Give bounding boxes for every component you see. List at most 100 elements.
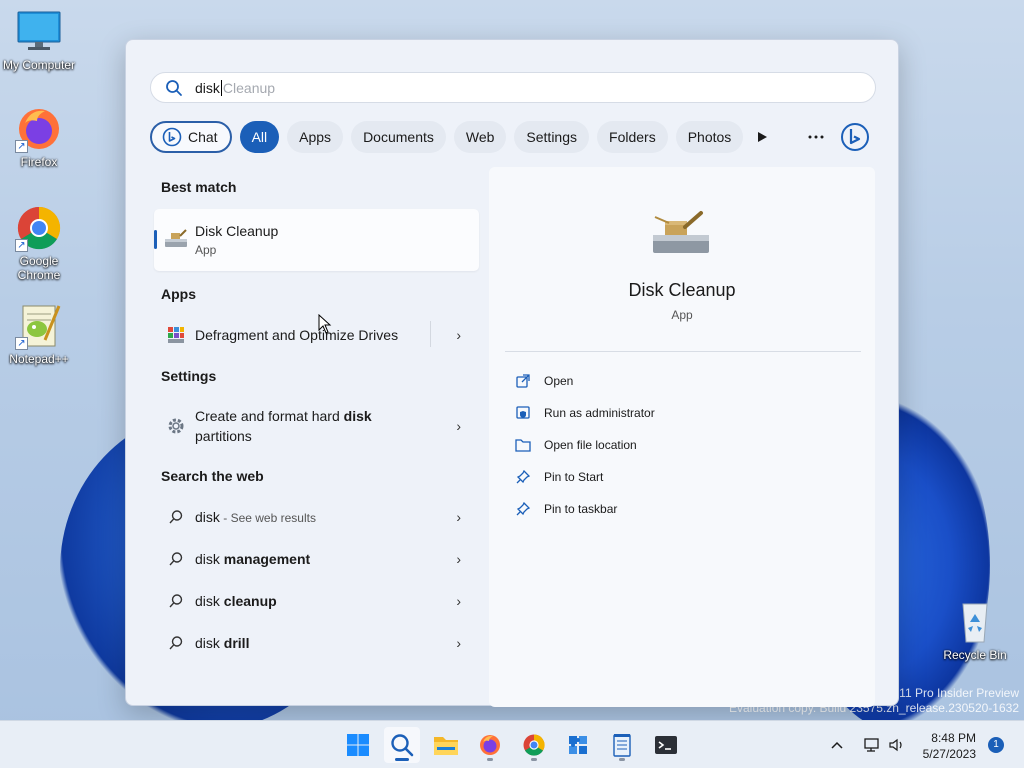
search-autocomplete-text: Cleanup: [222, 79, 276, 96]
mouse-cursor-icon: [318, 313, 332, 339]
taskbar-terminal[interactable]: [648, 727, 684, 763]
best-match-name: Disk Cleanup: [195, 223, 279, 239]
taskbar-app-puzzle[interactable]: [560, 727, 596, 763]
desktop-icon-my-computer[interactable]: My Computer: [1, 8, 77, 72]
tray-overflow-button[interactable]: [830, 721, 844, 768]
chevron-right-icon[interactable]: ›: [456, 418, 461, 434]
filter-photos-button[interactable]: Photos: [675, 121, 744, 153]
notepad-icon: [613, 734, 631, 757]
chevron-right-icon[interactable]: ›: [456, 551, 461, 567]
web-query-text: disk: [195, 551, 224, 567]
search-panel: disk Cleanup Chat All Apps Documents Web …: [125, 39, 899, 707]
filter-web-button[interactable]: Web: [453, 121, 507, 153]
shortcut-arrow-icon: ↗: [15, 337, 28, 350]
play-icon: [758, 132, 767, 142]
more-options-button[interactable]: [800, 121, 832, 153]
notification-badge[interactable]: 1: [988, 737, 1004, 753]
desktop-icon-chrome[interactable]: ↗ Google Chrome: [1, 204, 77, 282]
recycle-bin-icon: [951, 598, 999, 646]
taskbar-search-button[interactable]: [384, 727, 420, 763]
detail-app-name: Disk Cleanup: [628, 280, 736, 300]
running-indicator: [531, 758, 537, 761]
pin-icon: [515, 501, 531, 517]
search-icon: [391, 734, 414, 757]
more-filters-play-button[interactable]: [746, 121, 778, 153]
pin-icon: [515, 469, 531, 485]
web-result-disk-management[interactable]: disk management ›: [154, 539, 479, 579]
web-query-text: disk: [195, 508, 220, 525]
text-caret: [220, 79, 222, 96]
bing-button[interactable]: [838, 121, 872, 153]
desktop-icon-notepadpp[interactable]: ↗ Notepad++: [1, 302, 77, 366]
app-result-defragment[interactable]: Defragment and Optimize Drives ›: [154, 315, 479, 355]
tray-volume-button[interactable]: [888, 721, 906, 768]
filter-chat-button[interactable]: Chat: [150, 121, 232, 153]
bing-chat-icon: [162, 127, 182, 147]
open-external-icon: [515, 373, 531, 389]
filter-documents-button[interactable]: Documents: [351, 121, 446, 153]
chevron-up-icon: [831, 741, 843, 749]
action-pin-to-taskbar[interactable]: Pin to taskbar: [515, 498, 617, 520]
filter-settings-label: Settings: [526, 129, 578, 145]
shortcut-arrow-icon: ↗: [15, 140, 28, 153]
filter-folders-button[interactable]: Folders: [597, 121, 668, 153]
desktop-icon-label: Recycle Bin: [943, 648, 1007, 662]
action-open-file-location-label: Open file location: [544, 438, 637, 452]
taskbar-firefox[interactable]: [472, 727, 508, 763]
search-input[interactable]: disk Cleanup: [150, 72, 876, 103]
desktop-icon-firefox[interactable]: ↗ Firefox: [1, 105, 77, 169]
bing-icon: [841, 123, 869, 151]
terminal-icon: [655, 736, 677, 754]
settings-label-bold: disk: [343, 408, 372, 424]
tray-network-button[interactable]: [864, 721, 882, 768]
windows-logo-icon: [347, 734, 369, 756]
filter-settings-button[interactable]: Settings: [514, 121, 590, 153]
desktop-icon-label: Notepad++: [9, 352, 69, 366]
apps-heading: Apps: [161, 286, 196, 302]
firefox-icon: [480, 735, 500, 755]
web-result-label: disk management: [195, 549, 310, 569]
taskbar-file-explorer[interactable]: [428, 727, 464, 763]
desktop-icon-label: Firefox: [20, 155, 58, 169]
action-pin-to-taskbar-label: Pin to taskbar: [544, 502, 618, 516]
taskbar-start-button[interactable]: [340, 727, 376, 763]
settings-result-create-format-disk[interactable]: Create and format hard disk partitions ›: [154, 402, 479, 450]
chevron-right-icon[interactable]: ›: [456, 327, 461, 343]
firefox-icon: ↗: [15, 105, 63, 153]
desktop-icon-recycle-bin[interactable]: Recycle Bin: [937, 598, 1013, 662]
filter-all-button[interactable]: All: [239, 121, 280, 153]
filter-apps-button[interactable]: Apps: [287, 121, 344, 153]
web-result-disk-cleanup[interactable]: disk cleanup ›: [154, 581, 479, 621]
web-result-disk[interactable]: disk - See web results ›: [154, 497, 479, 537]
action-pin-to-start[interactable]: Pin to Start: [515, 466, 603, 488]
web-query-bold: cleanup: [223, 593, 277, 609]
filter-apps-label: Apps: [299, 129, 332, 145]
web-query-bold: management: [223, 551, 311, 567]
action-open-label: Open: [544, 374, 574, 388]
taskbar-notepad[interactable]: [604, 727, 640, 763]
filter-photos-label: Photos: [687, 129, 732, 145]
best-match-type: App: [195, 243, 217, 257]
chevron-right-icon[interactable]: ›: [456, 593, 461, 609]
taskbar-clock[interactable]: 8:48 PM 5/27/2023: [923, 730, 976, 762]
settings-heading: Settings: [161, 368, 217, 384]
search-icon: [166, 549, 186, 569]
taskbar: 8:48 PM 5/27/2023 1: [0, 720, 1024, 768]
disk-cleanup-icon: [164, 229, 188, 249]
disk-cleanup-large-icon: [651, 209, 713, 259]
action-run-as-administrator[interactable]: Run as administrator: [515, 402, 655, 424]
best-match-disk-cleanup[interactable]: Disk Cleanup App: [154, 209, 479, 271]
filter-chat-label: Chat: [188, 129, 218, 145]
web-result-disk-drill[interactable]: disk drill ›: [154, 623, 479, 663]
filter-folders-label: Folders: [609, 129, 656, 145]
taskbar-chrome[interactable]: [516, 727, 552, 763]
chevron-right-icon[interactable]: ›: [456, 509, 461, 525]
notepadpp-icon: ↗: [15, 302, 63, 350]
search-web-heading: Search the web: [161, 468, 264, 484]
chevron-right-icon[interactable]: ›: [456, 635, 461, 651]
action-open[interactable]: Open: [515, 370, 573, 392]
search-icon: [166, 633, 186, 653]
best-match-heading: Best match: [161, 179, 237, 195]
action-open-file-location[interactable]: Open file location: [515, 434, 637, 456]
web-result-label: disk cleanup: [195, 591, 277, 611]
